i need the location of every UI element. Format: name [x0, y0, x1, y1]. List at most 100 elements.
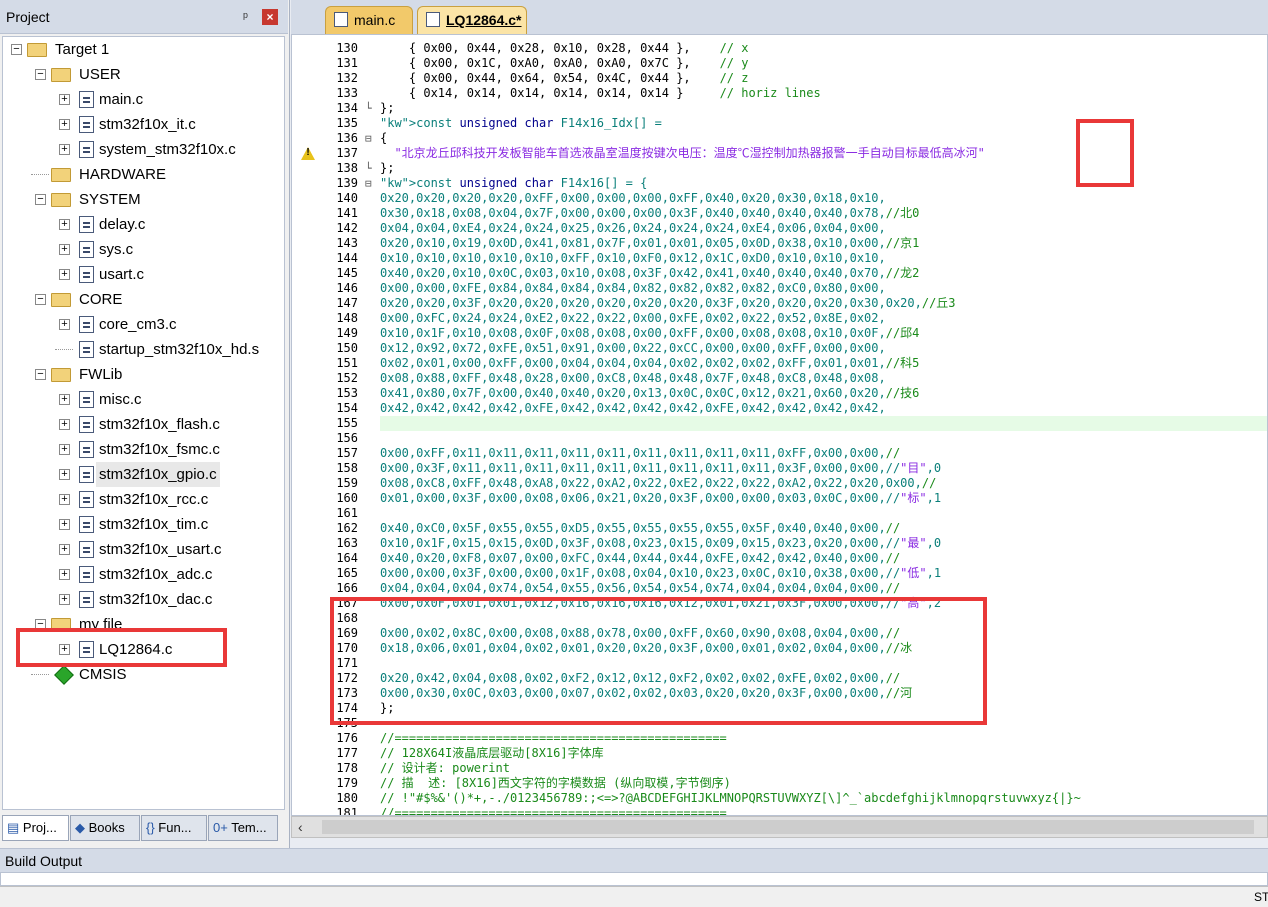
code-line[interactable]: 0x10,0x1F,0x10,0x08,0x0F,0x08,0x08,0x00,…	[380, 326, 919, 341]
file-tab[interactable]: LQ12864.c*	[417, 6, 527, 34]
code-line[interactable]: 0x00,0x00,0x3F,0x00,0x00,0x1F,0x08,0x04,…	[380, 566, 941, 581]
code-line[interactable]: 0x20,0x10,0x19,0x0D,0x41,0x81,0x7F,0x01,…	[380, 236, 919, 251]
code-line[interactable]: 0x00,0x3F,0x11,0x11,0x11,0x11,0x11,0x11,…	[380, 461, 941, 476]
code-line[interactable]: 0x40,0xC0,0x5F,0x55,0x55,0xD5,0x55,0x55,…	[380, 521, 900, 536]
tree-item[interactable]: + stm32f10x_gpio.c	[3, 462, 284, 487]
code-line[interactable]: { 0x00, 0x44, 0x64, 0x54, 0x4C, 0x44 }, …	[380, 71, 749, 86]
code-line[interactable]: 0x12,0x92,0x72,0xFE,0x51,0x91,0x00,0x22,…	[380, 341, 886, 356]
code-line[interactable]: 0x20,0x20,0x3F,0x20,0x20,0x20,0x20,0x20,…	[380, 296, 956, 311]
tree-item[interactable]: + delay.c	[3, 212, 284, 237]
tree-item[interactable]: − FWLib	[3, 362, 284, 387]
code-line[interactable]: 0x30,0x18,0x08,0x04,0x7F,0x00,0x00,0x00,…	[380, 206, 919, 221]
code-line[interactable]: 0x00,0xFF,0x11,0x11,0x11,0x11,0x11,0x11,…	[380, 446, 900, 461]
tree-item[interactable]: + usart.c	[3, 262, 284, 287]
horizontal-scrollbar[interactable]: ‹	[291, 816, 1268, 838]
pin-icon[interactable]: ᵖ	[243, 9, 248, 24]
expand-icon[interactable]: +	[59, 269, 70, 280]
tree-item[interactable]: + system_stm32f10x.c	[3, 137, 284, 162]
tree-item[interactable]: HARDWARE	[3, 162, 284, 187]
code-line[interactable]: 0x10,0x1F,0x15,0x15,0x0D,0x3F,0x08,0x23,…	[380, 536, 941, 551]
code-line[interactable]: 0x00,0x00,0xFE,0x84,0x84,0x84,0x84,0x82,…	[380, 281, 886, 296]
code-line[interactable]: // !"#$%&'()*+,-./0123456789:;<=>?@ABCDE…	[380, 791, 1081, 806]
scrollbar-thumb[interactable]	[322, 820, 1254, 834]
fold-marker[interactable]: ⊟	[365, 131, 377, 146]
code-line[interactable]: "北京龙丘邱科技开发板智能车首选液晶室温度按键次电压：温度℃湿控制加热器报警一手…	[380, 146, 984, 161]
tree-item[interactable]: − CORE	[3, 287, 284, 312]
tree-item[interactable]: + stm32f10x_adc.c	[3, 562, 284, 587]
collapse-icon[interactable]: −	[11, 44, 22, 55]
code-line[interactable]: //======================================…	[380, 731, 727, 746]
code-line[interactable]: { 0x00, 0x1C, 0xA0, 0xA0, 0xA0, 0x7C }, …	[380, 56, 749, 71]
expand-icon[interactable]: +	[59, 544, 70, 555]
warning-icon[interactable]: !	[300, 146, 316, 161]
expand-icon[interactable]: +	[59, 394, 70, 405]
collapse-icon[interactable]: −	[35, 69, 46, 80]
panel-tab[interactable]: ▤ Proj...	[2, 815, 69, 841]
expand-icon[interactable]: +	[59, 119, 70, 130]
file-tab[interactable]: main.c	[325, 6, 413, 34]
code-line[interactable]: 0x02,0x01,0x00,0xFF,0x00,0x04,0x04,0x04,…	[380, 356, 919, 371]
expand-icon[interactable]: +	[59, 594, 70, 605]
tree-item[interactable]: + stm32f10x_tim.c	[3, 512, 284, 537]
tree-item[interactable]: + stm32f10x_usart.c	[3, 537, 284, 562]
fold-marker[interactable]: ⊟	[365, 176, 377, 191]
code-line[interactable]: "kw">const unsigned char F14x16[] = {	[380, 176, 647, 191]
code-line[interactable]: };	[380, 161, 394, 176]
expand-icon[interactable]: +	[59, 519, 70, 530]
code-line[interactable]: 0x40,0x20,0xF8,0x07,0x00,0xFC,0x44,0x44,…	[380, 551, 900, 566]
expand-icon[interactable]: +	[59, 419, 70, 430]
code-line[interactable]: // 设计者: powerint	[380, 761, 510, 776]
code-line[interactable]: 0x01,0x00,0x3F,0x00,0x08,0x06,0x21,0x20,…	[380, 491, 941, 506]
panel-tab[interactable]: {} Fun...	[141, 815, 207, 841]
expand-icon[interactable]: +	[59, 319, 70, 330]
tree-item[interactable]: + misc.c	[3, 387, 284, 412]
expand-icon[interactable]: +	[59, 244, 70, 255]
expand-icon[interactable]: +	[59, 569, 70, 580]
collapse-icon[interactable]: −	[35, 369, 46, 380]
tree-item[interactable]: + stm32f10x_rcc.c	[3, 487, 284, 512]
scroll-left-icon[interactable]: ‹	[298, 819, 303, 835]
tree-item[interactable]: − SYSTEM	[3, 187, 284, 212]
code-line[interactable]: 0x40,0x20,0x10,0x0C,0x03,0x10,0x08,0x3F,…	[380, 266, 919, 281]
code-line[interactable]: { 0x00, 0x44, 0x28, 0x10, 0x28, 0x44 }, …	[380, 41, 749, 56]
expand-icon[interactable]: +	[59, 94, 70, 105]
build-output-pane[interactable]	[0, 872, 1268, 886]
code-line[interactable]: 0x04,0x04,0xE4,0x24,0x24,0x25,0x26,0x24,…	[380, 221, 886, 236]
collapse-icon[interactable]: −	[35, 194, 46, 205]
tree-item[interactable]: + main.c	[3, 87, 284, 112]
tree-item[interactable]: + core_cm3.c	[3, 312, 284, 337]
code-line[interactable]: // 描 述: [8X16]西文字符的字模数据 (纵向取模,字节倒序)	[380, 776, 731, 791]
code-line[interactable]: 0x10,0x10,0x10,0x10,0x10,0xFF,0x10,0xF0,…	[380, 251, 886, 266]
code-line[interactable]: 0x04,0x04,0x04,0x74,0x54,0x55,0x56,0x54,…	[380, 581, 900, 596]
tree-item[interactable]: − USER	[3, 62, 284, 87]
code-line[interactable]: };	[380, 101, 394, 116]
tree-item[interactable]: + sys.c	[3, 237, 284, 262]
tree-item[interactable]: startup_stm32f10x_hd.s	[3, 337, 284, 362]
tree-item[interactable]: + stm32f10x_flash.c	[3, 412, 284, 437]
code-line[interactable]: "kw">const unsigned char F14x16_Idx[] =	[380, 116, 662, 131]
code-line[interactable]: 0x08,0xC8,0xFF,0x48,0xA8,0x22,0xA2,0x22,…	[380, 476, 936, 491]
tree-item[interactable]: − Target 1	[3, 37, 284, 62]
code-line[interactable]: 0x00,0xFC,0x24,0x24,0xE2,0x22,0x22,0x00,…	[380, 311, 886, 326]
collapse-icon[interactable]: −	[35, 294, 46, 305]
expand-icon[interactable]: +	[59, 469, 70, 480]
code-line[interactable]: 0x08,0x88,0xFF,0x48,0x28,0x00,0xC8,0x48,…	[380, 371, 886, 386]
expand-icon[interactable]: +	[59, 444, 70, 455]
expand-icon[interactable]: +	[59, 494, 70, 505]
code-line[interactable]: //======================================…	[380, 806, 727, 815]
code-line[interactable]: // 128X64I液晶底层驱动[8X16]字体库	[380, 746, 604, 761]
code-line[interactable]: 0x42,0x42,0x42,0x42,0xFE,0x42,0x42,0x42,…	[380, 401, 886, 416]
panel-tab[interactable]: ◆ Books	[70, 815, 140, 841]
tree-item[interactable]: + stm32f10x_it.c	[3, 112, 284, 137]
tree-item[interactable]: + stm32f10x_dac.c	[3, 587, 284, 612]
panel-tab[interactable]: 0+ Tem...	[208, 815, 278, 841]
code-line[interactable]: 0x41,0x80,0x7F,0x00,0x40,0x40,0x20,0x13,…	[380, 386, 919, 401]
close-icon[interactable]: ×	[262, 9, 278, 25]
expand-icon[interactable]: +	[59, 144, 70, 155]
code-line[interactable]: {	[380, 131, 387, 146]
fold-marker[interactable]: └	[365, 161, 377, 176]
code-line[interactable]: 0x20,0x20,0x20,0x20,0xFF,0x00,0x00,0x00,…	[380, 191, 886, 206]
fold-marker[interactable]: └	[365, 101, 377, 116]
expand-icon[interactable]: +	[59, 219, 70, 230]
code-line[interactable]: { 0x14, 0x14, 0x14, 0x14, 0x14, 0x14 } /…	[380, 86, 821, 101]
